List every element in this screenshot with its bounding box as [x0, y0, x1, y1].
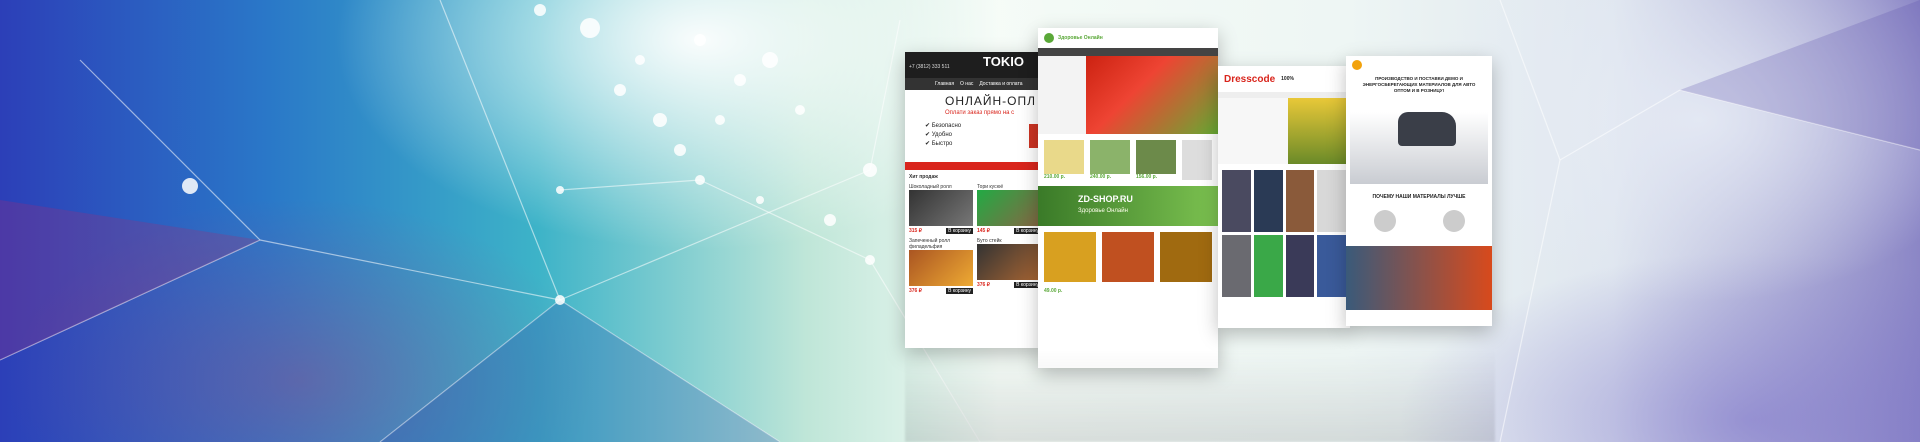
zdorovye-brand: Здоровье Онлайн — [1058, 35, 1103, 41]
clothing-item-image — [1253, 170, 1283, 232]
auto-header — [1346, 56, 1492, 74]
tokio-nav: Главная О нас Доставка и оплата — [905, 78, 1045, 90]
auto-materials-site-screenshot: ПРОИЗВОДСТВО И ПОСТАВКИ ДЕМО И ЭНЕРГОСБЕ… — [1346, 56, 1492, 326]
product-image — [909, 250, 973, 286]
product-price: 376 ₽ — [909, 288, 922, 294]
product-image — [1136, 140, 1176, 174]
zdorovye-site-screenshot: Здоровье Онлайн 210.00 р. 240.00 р. 156.… — [1038, 28, 1218, 368]
dresscode-hero — [1218, 98, 1350, 164]
tokio-nav-item[interactable]: Доставка и оплата — [979, 81, 1022, 87]
leaf-logo-icon — [1044, 33, 1054, 43]
add-to-cart-button[interactable]: В корзину — [946, 288, 973, 294]
material-icon — [1442, 210, 1465, 232]
zdorovye-nav — [1038, 48, 1218, 56]
product-image — [977, 244, 1041, 280]
tokio-section-title: Хит продаж — [909, 174, 938, 180]
add-to-cart-button[interactable]: В корзину — [946, 228, 973, 234]
product-price: 49.00 р. — [1044, 288, 1063, 294]
clothing-item-image — [1222, 170, 1251, 232]
tokio-nav-item[interactable]: Главная — [935, 81, 954, 87]
tokio-check-item: ✔ Безопасно — [925, 123, 962, 129]
zdorovye-product-card: 156.00 р. — [1136, 140, 1176, 180]
hero-banner: +7 (3812) 333 511 TOKIO Главная О нас До… — [0, 0, 1920, 442]
tokio-site-screenshot: +7 (3812) 333 511 TOKIO Главная О нас До… — [905, 52, 1045, 348]
product-price: 240.00 р. — [1090, 174, 1112, 180]
tokio-product-card: Буто стейк 376 ₽ В корзину — [977, 238, 1041, 294]
add-to-cart-button[interactable]: В корзину — [1014, 282, 1041, 288]
company-logo-icon — [1352, 60, 1362, 70]
material-icon — [1373, 210, 1396, 232]
tokio-headline: ОНЛАЙН-ОПЛ — [945, 94, 1036, 108]
hero-model-image — [1288, 98, 1350, 164]
zdorovye-thumb-grid — [1182, 140, 1212, 180]
tokio-check-item: ✔ Удобно — [925, 132, 952, 138]
product-price: 315 ₽ — [909, 228, 922, 234]
product-image — [1044, 232, 1096, 282]
product-image — [977, 190, 1041, 226]
dresscode-header: Dresscode 100% — [1218, 66, 1350, 92]
clothing-item-image — [1285, 235, 1315, 297]
dresscode-logo: Dresscode — [1224, 73, 1276, 85]
tokio-menu-bar — [905, 162, 1045, 170]
clothing-item-image — [1317, 235, 1346, 297]
clothing-item-image — [1317, 170, 1346, 232]
product-image — [1102, 232, 1154, 282]
product-image — [1160, 232, 1212, 282]
product-name: Запеченный ролл филадельфия — [909, 238, 951, 250]
product-price: 376 ₽ — [977, 282, 990, 288]
product-price: 145 ₽ — [977, 228, 990, 234]
zdorovye-header: Здоровье Онлайн — [1038, 28, 1218, 48]
zdorovye-sidebar — [1038, 56, 1086, 134]
dresscode-site-screenshot: Dresscode 100% — [1218, 66, 1350, 328]
zdorovye-promo-banner: ZD-SHOP.RU Здоровье Онлайн — [1038, 186, 1218, 226]
tokio-phone: +7 (3812) 333 511 — [909, 64, 950, 70]
tokio-product-card: Шоколадный ролл 315 ₽ В корзину — [909, 184, 973, 234]
tokio-subline: Оплати заказ прямо на с — [945, 110, 1015, 116]
car-image — [1398, 112, 1456, 146]
auto-title: ПРОИЗВОДСТВО И ПОСТАВКИ ДЕМО И ЭНЕРГОСБЕ… — [1362, 76, 1476, 93]
tokio-logo: TOKIO — [983, 54, 1024, 69]
zdorovye-product-card: 240.00 р. — [1090, 140, 1130, 180]
tokio-product-card: Тори кусюё 145 ₽ В корзину — [977, 184, 1041, 234]
product-price: 156.00 р. — [1136, 174, 1158, 180]
auto-hero-car-image — [1350, 112, 1488, 184]
clothing-item-image — [1222, 235, 1251, 297]
clothing-item-image — [1253, 235, 1283, 297]
product-image — [1090, 140, 1130, 174]
promo-subtitle: Здоровье Онлайн — [1078, 208, 1128, 214]
tokio-nav-item[interactable]: О нас — [960, 81, 973, 87]
zdorovye-hero-image — [1086, 56, 1218, 134]
auto-worker-banner — [1346, 246, 1492, 310]
tokio-product-card: Запеченный ролл филадельфия 376 ₽ В корз… — [909, 238, 973, 294]
clothing-item-image — [1285, 170, 1315, 232]
product-price: 210.00 р. — [1044, 174, 1066, 180]
add-to-cart-button[interactable]: В корзину — [1014, 228, 1041, 234]
dresscode-badge: 100% — [1281, 76, 1294, 82]
product-image — [909, 190, 973, 226]
screenshots-reflection — [905, 348, 1495, 442]
promo-title: ZD-SHOP.RU — [1078, 194, 1133, 204]
auto-section-title: ПОЧЕМУ НАШИ МАТЕРИАЛЫ ЛУЧШЕ — [1372, 194, 1466, 200]
tokio-check-item: ✔ Быстро — [925, 141, 953, 147]
zdorovye-product-card: 210.00 р. — [1044, 140, 1084, 180]
tokio-header: +7 (3812) 333 511 TOKIO — [905, 52, 1045, 78]
product-image — [1044, 140, 1084, 174]
